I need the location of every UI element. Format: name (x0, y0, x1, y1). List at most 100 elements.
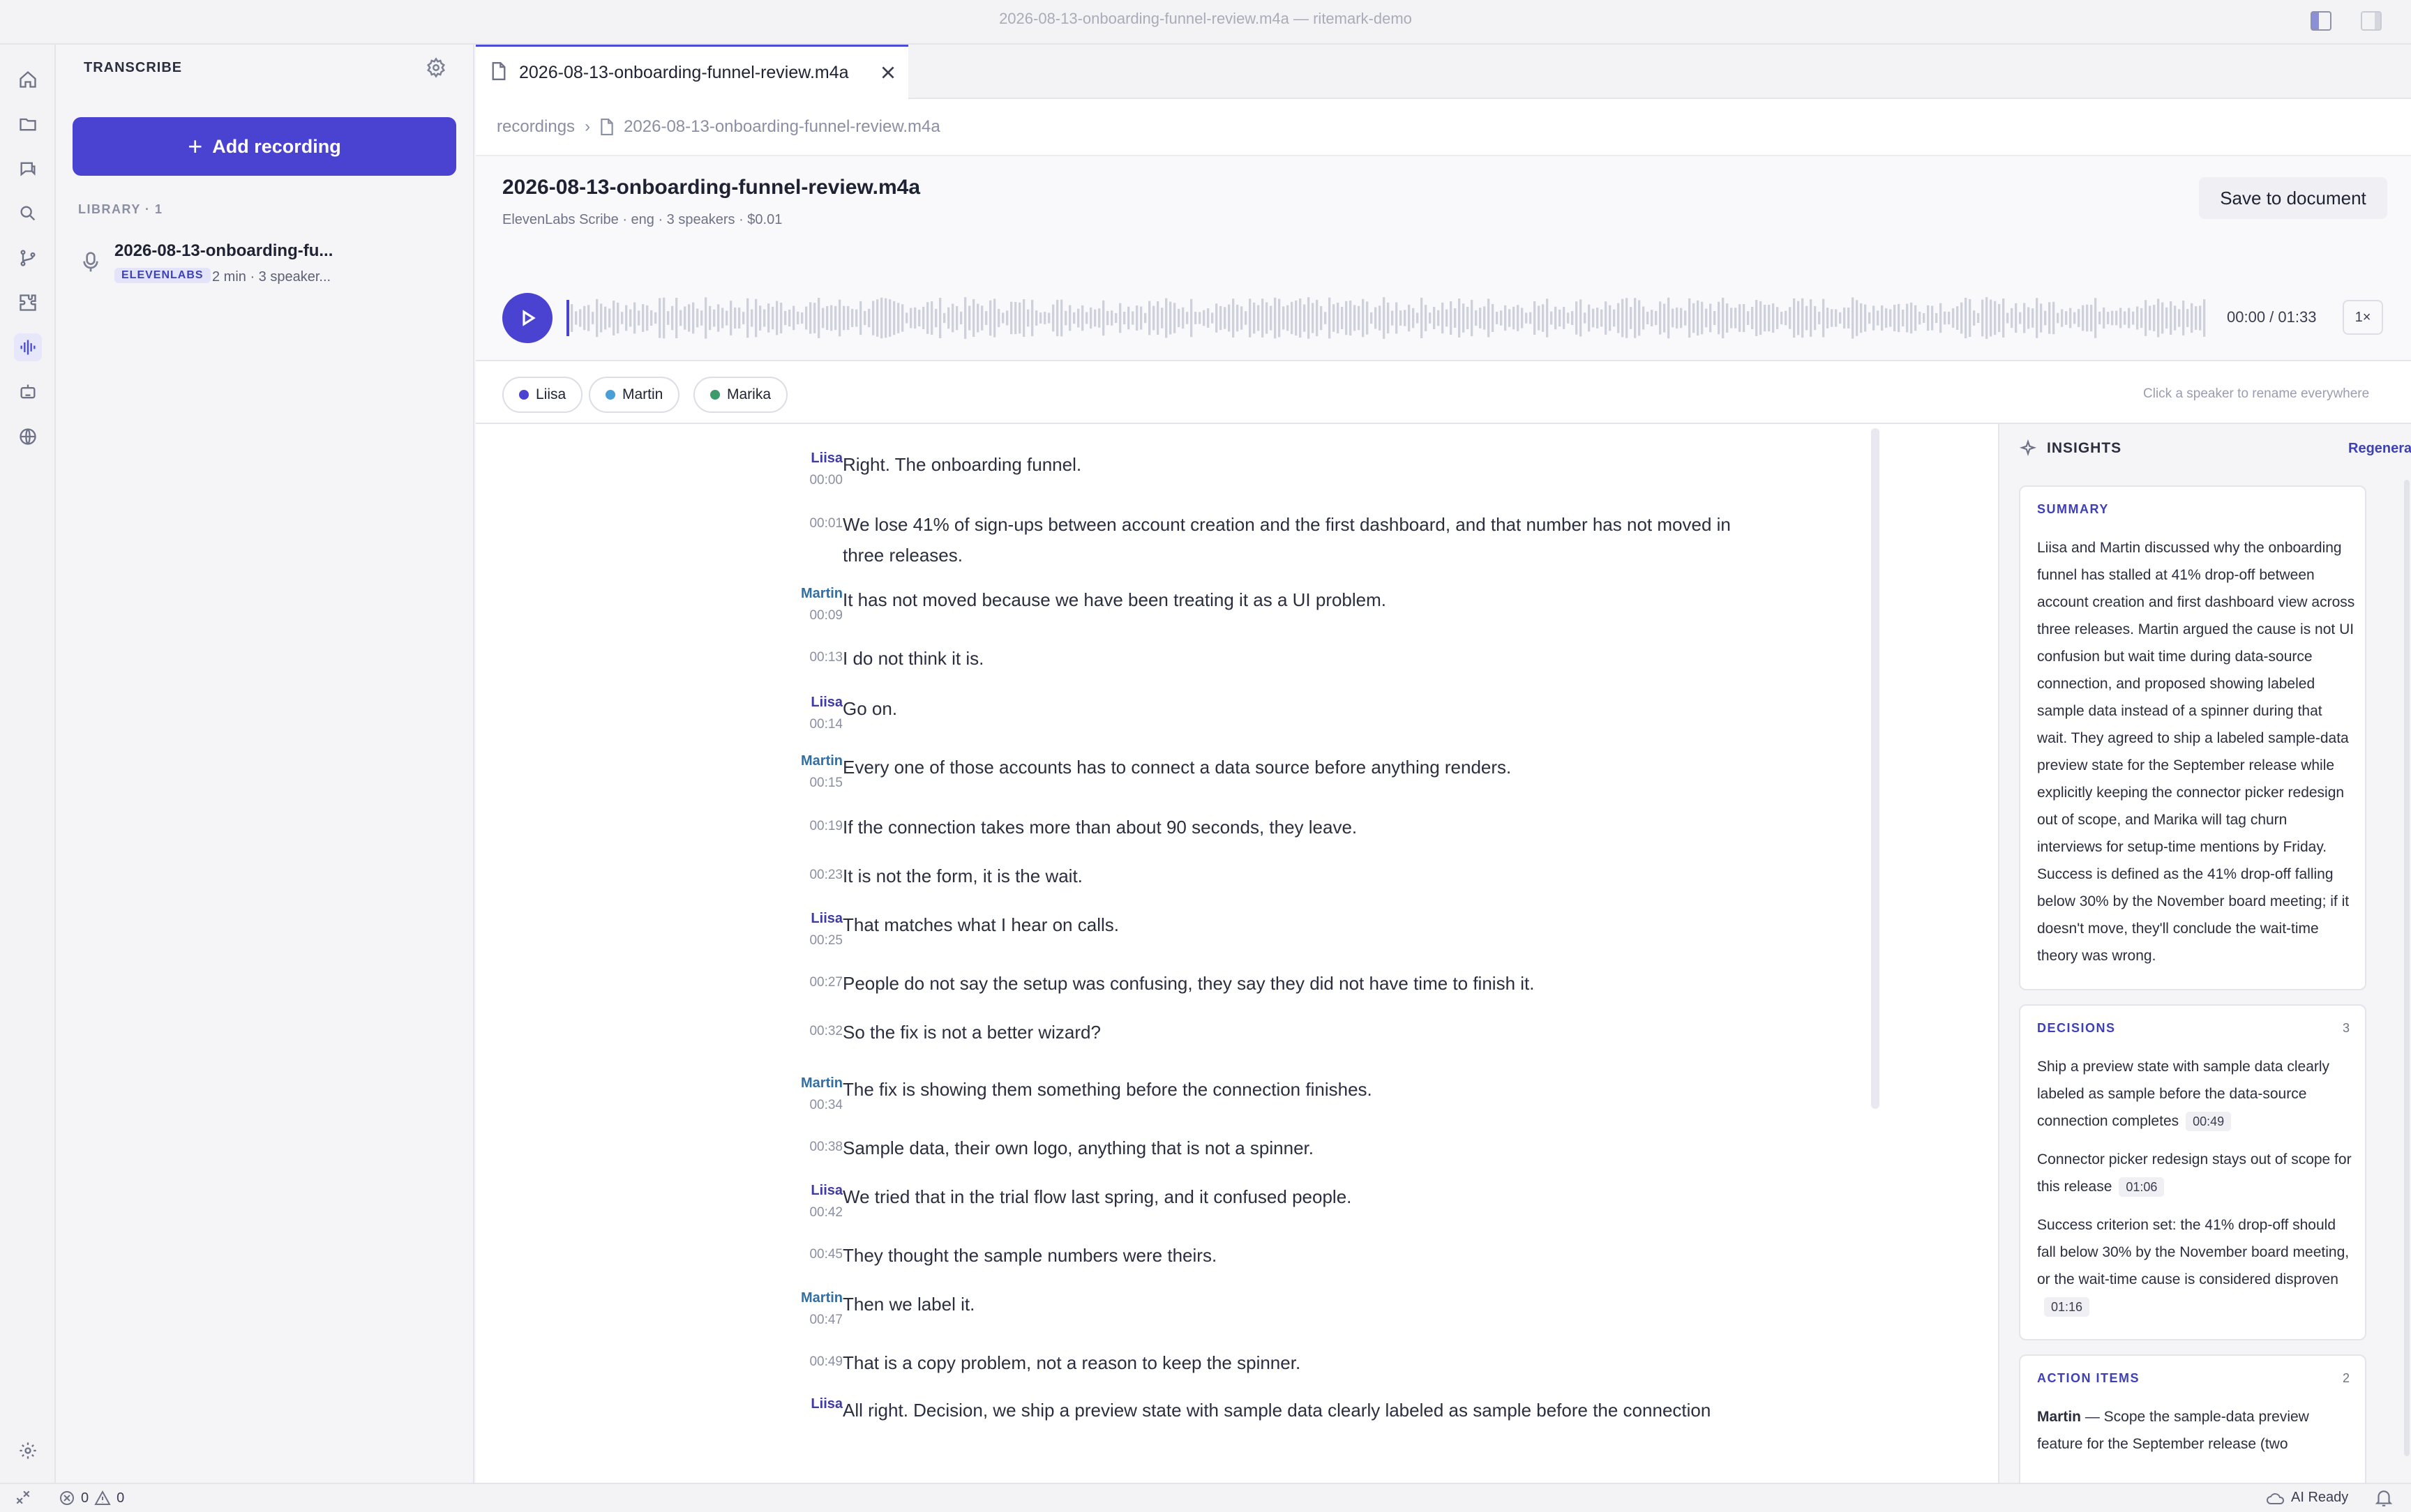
speaker-label[interactable]: Liisa (724, 1396, 843, 1412)
waveform-bar (1692, 303, 1695, 333)
timestamp[interactable]: 00:47 (724, 1313, 843, 1328)
waveform-bar (1881, 305, 1884, 331)
waveform-bar (1286, 305, 1289, 331)
toggle-secondary-sidebar-icon[interactable] (2361, 11, 2382, 31)
toggle-primary-sidebar-icon[interactable] (2311, 11, 2331, 31)
speaker-label[interactable]: Liisa (724, 451, 843, 467)
git-branch-icon[interactable] (14, 244, 42, 272)
waveform-bar (939, 298, 942, 338)
speaker-label[interactable]: Liisa (724, 695, 843, 711)
waveform-bar (1412, 308, 1415, 328)
transcribe-icon[interactable] (14, 333, 42, 361)
timestamp[interactable]: 00:38 (724, 1140, 843, 1155)
speaker-label[interactable]: Martin (724, 586, 843, 602)
waveform-bar (2128, 308, 2131, 328)
decision-timestamp[interactable]: 01:16 (2044, 1297, 2090, 1317)
library-item[interactable]: 2026-08-13-onboarding-fu... ELEVENLABS 2… (73, 234, 456, 290)
add-recording-button[interactable]: + Add recording (73, 117, 456, 176)
waveform-bar (734, 307, 737, 329)
waveform-bar (1680, 308, 1683, 328)
window-titlebar: 2026-08-13-onboarding-funnel-review.m4a … (0, 0, 2411, 45)
timestamp[interactable]: 00:19 (724, 819, 843, 834)
speaker-label[interactable]: Martin (724, 753, 843, 769)
waveform-bar (2191, 303, 2193, 333)
waveform-bar (1169, 301, 1172, 335)
globe-icon[interactable] (14, 423, 42, 451)
timestamp[interactable]: 00:23 (724, 868, 843, 883)
regenerate-button[interactable]: Regenerate (2348, 441, 2411, 457)
speaker-chip-liisa[interactable]: Liisa (502, 377, 583, 413)
timestamp[interactable]: 00:15 (724, 776, 843, 791)
play-button[interactable] (502, 293, 553, 343)
waveform-bar (2103, 307, 2105, 329)
speaker-color-dot (606, 390, 615, 400)
bell-icon[interactable] (2375, 1488, 2393, 1512)
extensions-icon[interactable] (14, 289, 42, 317)
insights-scrollbar[interactable] (2404, 480, 2410, 1456)
waveform-bar (809, 302, 812, 334)
problems-indicator[interactable]: 0 0 (59, 1490, 124, 1506)
speaker-chip-marika[interactable]: Marika (693, 377, 788, 413)
home-icon[interactable] (14, 66, 42, 93)
waveform-bar (2031, 308, 2034, 328)
folder-icon[interactable] (14, 110, 42, 138)
timestamp[interactable]: 00:42 (724, 1205, 843, 1220)
transcript-scrollbar[interactable] (1871, 428, 1879, 1109)
waveform-bar (1521, 308, 1524, 328)
speaker-label[interactable]: Liisa (724, 911, 843, 927)
waveform-bar (897, 303, 900, 333)
gear-icon[interactable] (426, 57, 449, 81)
close-icon[interactable] (879, 63, 899, 83)
waveform-bar (679, 310, 682, 326)
transcript-text: We lose 41% of sign-ups between account … (843, 514, 1731, 566)
playback-speed-button[interactable]: 1× (2343, 300, 2383, 335)
chat-icon[interactable] (14, 155, 42, 183)
timestamp[interactable]: 00:34 (724, 1098, 843, 1113)
waveform-scrubber[interactable] (566, 293, 2207, 343)
timestamp[interactable]: 00:13 (724, 650, 843, 665)
waveform-bar (1998, 303, 2001, 333)
timestamp[interactable]: 00:45 (724, 1247, 843, 1262)
waveform-bar (952, 303, 954, 333)
waveform-bar (1625, 298, 1628, 338)
breadcrumb-file[interactable]: 2026-08-13-onboarding-funnel-review.m4a (624, 117, 940, 137)
ai-status[interactable]: AI Ready (2266, 1490, 2348, 1506)
speaker-label[interactable]: Martin (724, 1290, 843, 1306)
timestamp[interactable]: 00:32 (724, 1024, 843, 1039)
decision-timestamp[interactable]: 01:06 (2119, 1177, 2165, 1197)
tab-recording[interactable]: 2026-08-13-onboarding-funnel-review.m4a (476, 45, 908, 99)
waveform-bar (1906, 303, 1909, 333)
timestamp[interactable]: 00:49 (724, 1354, 843, 1370)
waveform-bar (2006, 312, 2009, 324)
save-to-document-button[interactable]: Save to document (2199, 177, 2387, 219)
waveform-bar (964, 297, 967, 339)
speaker-color-dot (710, 390, 720, 400)
timestamp[interactable]: 00:27 (724, 975, 843, 990)
waveform-bar (1734, 308, 1737, 328)
transcript-text: The fix is showing them something before… (843, 1079, 1372, 1100)
timestamp[interactable]: 00:25 (724, 933, 843, 948)
waveform-bar (1324, 312, 1327, 324)
waveform-bar (2040, 303, 2043, 333)
breadcrumb-root[interactable]: recordings (497, 117, 575, 137)
speaker-chip-martin[interactable]: Martin (589, 377, 680, 413)
waveform-bar (1805, 305, 1808, 331)
settings-icon[interactable] (14, 1437, 42, 1465)
waveform-bar (1370, 312, 1373, 324)
waveform-bar (1069, 305, 1072, 331)
timestamp[interactable]: 00:01 (724, 516, 843, 531)
waveform-bar (629, 309, 632, 327)
timestamp[interactable]: 00:14 (724, 717, 843, 732)
waveform-bar (1705, 308, 1708, 328)
robot-icon[interactable] (14, 378, 42, 406)
search-icon[interactable] (14, 199, 42, 227)
library-title: LIBRARY (78, 202, 141, 216)
timestamp[interactable]: 00:09 (724, 608, 843, 623)
speaker-label[interactable]: Martin (724, 1075, 843, 1091)
decision-timestamp[interactable]: 00:49 (2186, 1112, 2232, 1131)
summary-heading: SUMMARY (2037, 502, 2109, 516)
timestamp[interactable]: 00:00 (724, 473, 843, 488)
waveform-bar (2182, 301, 2185, 335)
speaker-label[interactable]: Liisa (724, 1183, 843, 1199)
remote-icon[interactable] (14, 1488, 32, 1511)
